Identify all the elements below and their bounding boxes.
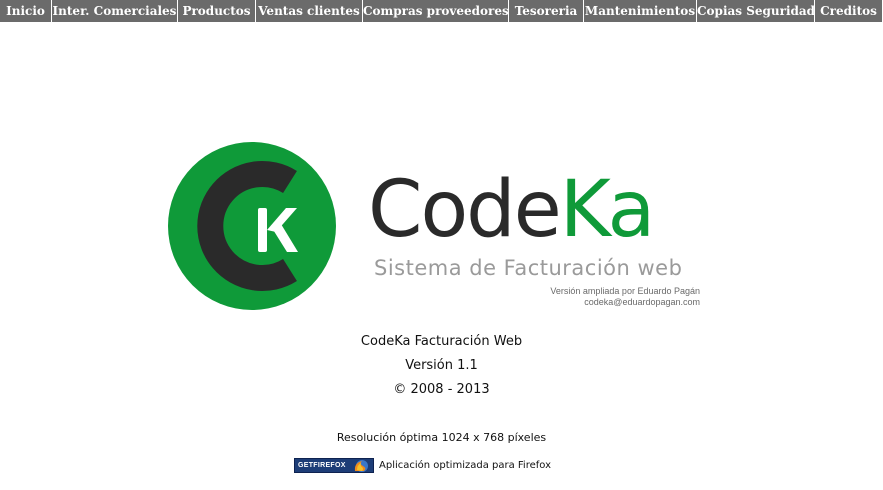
page: Inicio Inter. Comerciales Productos Vent… [0, 0, 883, 490]
menu-item-inter-comerciales[interactable]: Inter. Comerciales [52, 0, 178, 22]
menu-item-tesoreria[interactable]: Tesoreria [509, 0, 584, 22]
brand-wordmark: CodeKa [368, 160, 656, 260]
app-title: CodeKa Facturación Web [360, 334, 523, 349]
menu-item-copias-seguridad[interactable]: Copias Seguridad [697, 0, 815, 22]
brand-tagline: Sistema de Facturación web [374, 256, 683, 280]
firefox-caption: Aplicación optimizada para Firefox [379, 459, 551, 471]
resolution-note: Resolución óptima 1024 x 768 píxeles [336, 431, 547, 444]
main-menu: Inicio Inter. Comerciales Productos Vent… [0, 0, 883, 22]
menu-item-ventas-clientes[interactable]: Ventas clientes [256, 0, 363, 22]
codeka-ck-logo-icon [168, 142, 336, 310]
brand-wordmark-code: Code [368, 165, 562, 255]
menu-item-mantenimientos[interactable]: Mantenimientos [584, 0, 697, 22]
menu-item-creditos[interactable]: Creditos [815, 0, 883, 22]
get-firefox-badge-label: GETFIREFOX [298, 461, 346, 469]
get-firefox-badge[interactable]: GETFIREFOX [294, 457, 374, 473]
app-version: Versión 1.1 [405, 358, 478, 373]
brand-credit: Versión ampliada por Eduardo Pagán codek… [550, 286, 700, 308]
credit-author: Versión ampliada por Eduardo Pagán [550, 286, 700, 296]
menu-item-inicio[interactable]: Inicio [0, 0, 52, 22]
credit-email: codeka@eduardopagan.com [584, 297, 700, 307]
firefox-note: GETFIREFOX Aplicación optimizada para Fi… [294, 457, 551, 473]
firefox-icon [354, 459, 368, 472]
app-copyright: © 2008 - 2013 [393, 382, 490, 397]
menu-item-compras-proveedores[interactable]: Compras proveedores [363, 0, 509, 22]
menu-item-productos[interactable]: Productos [178, 0, 256, 22]
brand-wordmark-ka: Ka [559, 165, 656, 255]
